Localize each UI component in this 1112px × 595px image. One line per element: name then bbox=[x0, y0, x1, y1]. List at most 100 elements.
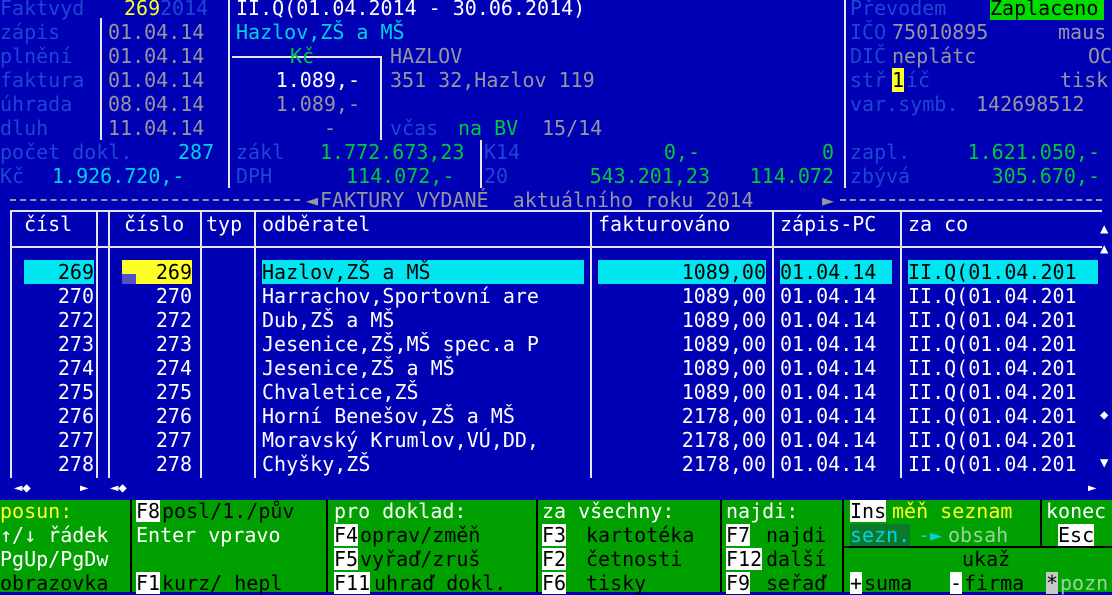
amount-faktura[interactable]: 1.089,- bbox=[232, 68, 360, 92]
dic-label: DIČ bbox=[850, 44, 887, 68]
arrow-icon: -► bbox=[918, 523, 943, 547]
cell-za-co: II.Q(01.04.201 bbox=[908, 332, 1077, 356]
cell-cisl: 270 bbox=[57, 284, 94, 308]
status-badge[interactable]: Zaplaceno bbox=[990, 0, 1105, 20]
f6-key[interactable]: F6 bbox=[542, 572, 567, 594]
minus-key[interactable]: - bbox=[950, 572, 963, 594]
obsah-label[interactable]: obsah bbox=[948, 524, 1008, 546]
divider bbox=[326, 500, 328, 592]
cell-zapis-pc: 01.04.14 bbox=[780, 428, 877, 452]
table-row[interactable]: 275 275 Chvaletice,ZŠ 1089,00 01.04.14 II.Q(0… bbox=[0, 380, 1100, 404]
cell-cislo: 272 bbox=[155, 308, 192, 332]
cell-za-co: II.Q(01.04.201 bbox=[908, 380, 1077, 404]
cell-cislo: 275 bbox=[155, 380, 192, 404]
col-header-za-co[interactable]: za co bbox=[908, 212, 968, 236]
enter-vpravo-hint[interactable]: Enter vpravo bbox=[136, 524, 281, 546]
scroll-right-icon[interactable]: ► bbox=[1088, 478, 1096, 498]
cell-za-co: II.Q(01.04.201 bbox=[908, 404, 1077, 428]
esc-key[interactable]: Esc bbox=[1058, 524, 1095, 546]
pgupdw-hint: PgUp/PgDw bbox=[0, 547, 109, 571]
posun-heading: posun: bbox=[0, 499, 73, 523]
stredisko-label-rest: íč bbox=[906, 68, 931, 92]
star-key[interactable]: * bbox=[1046, 572, 1059, 594]
cell-fakturovano: 1089,00 bbox=[681, 284, 766, 308]
f8-key[interactable]: F8 bbox=[136, 500, 161, 522]
divider bbox=[536, 500, 538, 592]
date-dluh[interactable]: 11.04.14 bbox=[108, 116, 204, 140]
f7-key[interactable]: F7 bbox=[726, 524, 751, 546]
date-faktura[interactable]: 01.04.14 bbox=[108, 68, 204, 92]
var-symb-value[interactable]: 142698512 bbox=[976, 92, 1084, 116]
divider bbox=[844, 140, 846, 188]
ico-value[interactable]: 75010895 bbox=[892, 20, 988, 44]
col-header-cisl[interactable]: čísl bbox=[24, 212, 72, 236]
table-row-selected[interactable]: 269 269 Hazlov,ZŠ a MŠ 1089,00 01.04.14 II.Q(… bbox=[0, 260, 1100, 284]
f4-key[interactable]: F4 bbox=[334, 524, 359, 546]
table-row[interactable]: 277 277 Moravský Krumlov,VÚ,DD, 2178,00 01.0… bbox=[0, 428, 1100, 452]
r20-value: 543.201,23 bbox=[589, 164, 710, 188]
table-row[interactable]: 278 278 Chyšky,ZŠ 2178,00 01.04.14 II.Q(01.04… bbox=[0, 452, 1100, 476]
pocet-value: 287 bbox=[178, 140, 215, 164]
scroll-down-icon[interactable]: ▼ bbox=[1100, 456, 1108, 470]
invoice-number[interactable]: 269 bbox=[124, 0, 160, 20]
f11-key[interactable]: F11 bbox=[334, 572, 371, 594]
col-header-zapis-pc[interactable]: zápis-PC bbox=[780, 212, 876, 236]
table-row[interactable]: 273 273 Jesenice,ZŠ,MŠ spec.a P 1089,00 01.0… bbox=[0, 332, 1100, 356]
date-zapis[interactable]: 01.04.14 bbox=[108, 20, 204, 44]
f9-key[interactable]: F9 bbox=[726, 572, 751, 594]
dic-value[interactable]: neplátc bbox=[892, 44, 976, 68]
kc-total-label: Kč bbox=[0, 164, 25, 188]
scroll-left-icon[interactable]: ◄◆ bbox=[110, 478, 127, 498]
col-header-fakturovano[interactable]: fakturováno bbox=[598, 212, 730, 236]
scroll-up-icon[interactable]: ▲ bbox=[1100, 222, 1108, 236]
scroll-up-icon[interactable]: ▲ bbox=[1100, 242, 1108, 256]
konec-heading: konec bbox=[1046, 499, 1107, 523]
f1-key[interactable]: F1 bbox=[136, 572, 161, 594]
stredisko-value[interactable]: 1 bbox=[892, 68, 905, 92]
cell-zapis-pc: 01.04.14 bbox=[780, 356, 877, 380]
col-header-odberatel[interactable]: odběratel bbox=[262, 212, 370, 236]
date-plneni[interactable]: 01.04.14 bbox=[108, 44, 204, 68]
table-row[interactable]: 272 272 Dub,ZŠ a MŠ 1089,00 01.04.14 II.Q(01.… bbox=[0, 308, 1100, 332]
f2-key[interactable]: F2 bbox=[542, 548, 567, 570]
f7-label: najdi bbox=[766, 523, 827, 547]
cell-odberatel: Dub,ZŠ a MŠ bbox=[262, 308, 395, 332]
col-header-cislo[interactable]: číslo bbox=[124, 212, 184, 236]
amount-uhrada[interactable]: 1.089,- bbox=[232, 92, 360, 116]
label-plneni: plnění bbox=[0, 44, 73, 68]
f5-key[interactable]: F5 bbox=[334, 548, 359, 570]
customer-name[interactable]: Hazlov,ZŠ a MŠ bbox=[236, 20, 405, 44]
f3-key[interactable]: F3 bbox=[542, 524, 567, 546]
kc-total-value: 1.926.720,- bbox=[52, 164, 185, 188]
divider bbox=[10, 199, 300, 201]
cell-za-co: II.Q(01.04.201 bbox=[908, 452, 1077, 476]
cell-cislo: 273 bbox=[155, 332, 192, 356]
f12-key[interactable]: F12 bbox=[726, 548, 763, 570]
na-bv-label: na BV bbox=[458, 116, 519, 140]
table-row[interactable]: 270 270 Harrachov,Sportovní are 1089,00 01.0… bbox=[0, 284, 1100, 308]
table-row[interactable]: 276 276 Horní Benešov,ZŠ a MŠ 2178,00 01.04.… bbox=[0, 404, 1100, 428]
ins-key[interactable]: Ins bbox=[850, 500, 887, 522]
customer-address: 351 32,Hazlov 119 bbox=[390, 68, 595, 92]
scroll-thumb-icon[interactable]: ◆ bbox=[1100, 408, 1108, 422]
plus-key[interactable]: + bbox=[850, 572, 863, 594]
scroll-left-icon[interactable]: ◄◆ bbox=[14, 478, 31, 498]
date-uhrada[interactable]: 08.04.14 bbox=[108, 92, 204, 116]
cell-fakturovano: 1089,00 bbox=[681, 356, 766, 380]
zbyva-label: zbývá bbox=[850, 164, 911, 188]
scroll-right-icon[interactable]: ► bbox=[80, 478, 88, 498]
pozn-label: pozn bbox=[1060, 571, 1109, 595]
divider bbox=[844, 0, 846, 140]
cell-cislo: 278 bbox=[155, 452, 192, 476]
payment-method[interactable]: Převodem bbox=[850, 0, 946, 20]
amount-dluh[interactable]: - bbox=[232, 116, 336, 140]
maus-label: maus bbox=[1058, 20, 1107, 44]
cell-fakturovano: 1089,00 bbox=[598, 260, 766, 284]
cell-odberatel: Moravský Krumlov,VÚ,DD, bbox=[262, 428, 539, 452]
col-header-typ[interactable]: typ bbox=[206, 212, 242, 236]
cell-cisl: 269 bbox=[24, 260, 94, 284]
row-cursor-icon bbox=[122, 274, 136, 284]
table-row[interactable]: 274 274 Jesenice,ZŠ a MŠ 1089,00 01.04.14 II.… bbox=[0, 356, 1100, 380]
sezn-label[interactable]: sezn. bbox=[850, 524, 911, 546]
period-title: II.Q(01.04.2014 - 30.06.2014) bbox=[236, 0, 586, 20]
